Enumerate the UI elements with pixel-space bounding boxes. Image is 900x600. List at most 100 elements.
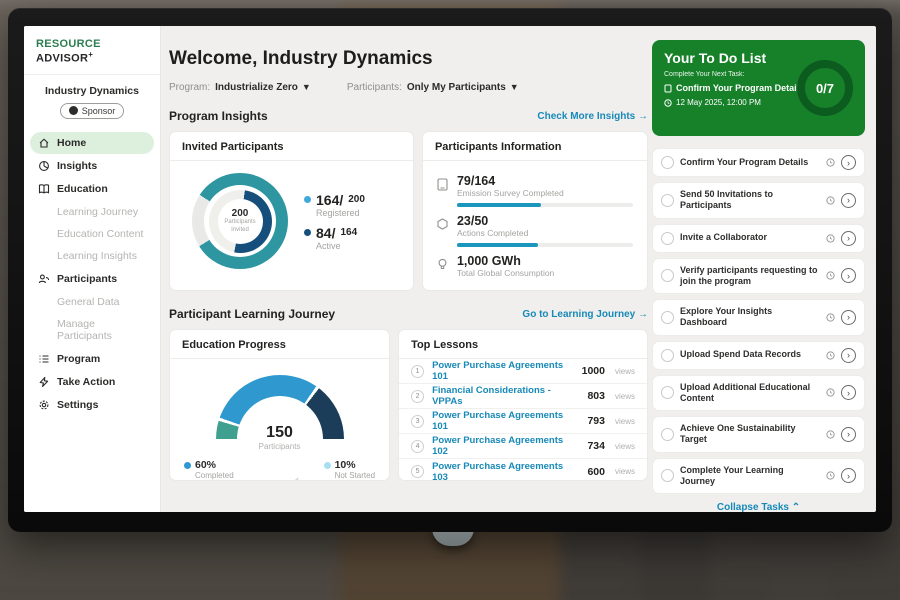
task-open-button[interactable]: › (841, 385, 856, 400)
chevron-right-icon: › (847, 429, 850, 439)
chevron-right-icon: › (847, 158, 850, 168)
clock-icon (826, 471, 835, 480)
clock-icon (826, 158, 835, 167)
todo-task-row[interactable]: Upload Spend Data Records › (652, 341, 865, 370)
task-open-button[interactable]: › (841, 268, 856, 283)
program-filter[interactable]: Program:Industrialize Zero▼ (169, 82, 311, 93)
journey-cards-row: Education Progress 150 Participants 60% … (169, 329, 648, 481)
task-checkbox[interactable] (661, 156, 674, 169)
participants-filter[interactable]: Participants:Only My Participants▼ (347, 82, 519, 93)
clock-icon (664, 99, 672, 107)
card-title: Top Lessons (399, 330, 647, 359)
dashboard-screen: RESOURCE ADVISOR+ Industry Dynamics Spon… (24, 26, 876, 512)
clock-icon (826, 234, 835, 243)
sidebar-item-insights[interactable]: Insights (30, 155, 154, 177)
arrow-right-icon: → (638, 309, 648, 320)
sidebar-nav: Home Insights Education Learning Journey… (24, 129, 160, 419)
task-open-button[interactable]: › (841, 193, 856, 208)
lesson-link[interactable]: Power Purchase Agreements 101 (432, 410, 579, 432)
task-open-button[interactable]: › (841, 310, 856, 325)
todo-task-list: Confirm Your Program Details › Send 50 I… (652, 148, 865, 494)
lesson-views: 734 (587, 440, 605, 452)
sidebar-item-learning-journey[interactable]: Learning Journey (30, 201, 154, 223)
card-title: Education Progress (170, 330, 389, 359)
sidebar-item-education-content[interactable]: Education Content (30, 223, 154, 245)
clipboard-icon (664, 84, 672, 93)
sidebar-item-participants[interactable]: Participants (30, 268, 154, 290)
lesson-row: 4 Power Purchase Agreements 102 734views (399, 434, 647, 459)
todo-task-row[interactable]: Confirm Your Program Details › (652, 148, 865, 177)
sidebar-item-label: Insights (57, 160, 97, 172)
card-title: Participants Information (423, 132, 647, 161)
todo-task-row[interactable]: Send 50 Invitations to Participants › (652, 182, 865, 219)
invited-participants-card: Invited Participants 200 Participants In… (169, 131, 414, 291)
todo-task-row[interactable]: Upload Additional Educational Content › (652, 375, 865, 412)
sidebar-item-label: Settings (57, 399, 98, 411)
task-open-button[interactable]: › (841, 427, 856, 442)
bulb-icon (437, 258, 448, 271)
task-checkbox[interactable] (661, 194, 674, 207)
check-more-insights-link[interactable]: Check More Insights → (537, 111, 648, 122)
task-checkbox[interactable] (661, 386, 674, 399)
program-filter-value: Industrialize Zero (215, 82, 298, 93)
lesson-link[interactable]: Power Purchase Agreements 102 (432, 435, 579, 457)
sidebar-item-settings[interactable]: Settings (30, 394, 154, 416)
sidebar-item-label: Program (57, 353, 100, 365)
task-checkbox[interactable] (661, 349, 674, 362)
chevron-up-icon: ⌃ (792, 502, 800, 512)
sidebar-item-learning-insights[interactable]: Learning Insights (30, 245, 154, 267)
main-content: Welcome, Industry Dynamics Program:Indus… (169, 26, 648, 512)
learning-journey-header: Participant Learning Journey Go to Learn… (169, 307, 648, 321)
task-open-button[interactable]: › (841, 468, 856, 483)
todo-task-row[interactable]: Invite a Collaborator › (652, 224, 865, 253)
arrow-right-icon: → (638, 111, 648, 122)
task-checkbox[interactable] (661, 232, 674, 245)
sidebar-item-home[interactable]: Home (30, 132, 154, 154)
book-icon (38, 183, 50, 195)
todo-task-row[interactable]: Achieve One Sustainability Target › (652, 416, 865, 453)
logo-plus: + (88, 50, 93, 59)
clock-icon (826, 196, 835, 205)
chevron-down-icon: ▼ (510, 82, 519, 92)
lesson-row: 1 Power Purchase Agreements 101 1000view… (399, 359, 647, 384)
lesson-link[interactable]: Financial Considerations - VPPAs (432, 385, 579, 407)
lesson-link[interactable]: Power Purchase Agreements 101 (432, 360, 574, 382)
sidebar-item-education[interactable]: Education (30, 178, 154, 200)
task-checkbox[interactable] (661, 469, 674, 482)
task-open-button[interactable]: › (841, 231, 856, 246)
clock-icon (826, 430, 835, 439)
lesson-row: 5 Power Purchase Agreements 103 600views (399, 459, 647, 481)
todo-counter: 0/7 (816, 81, 834, 96)
task-open-button[interactable]: › (841, 155, 856, 170)
sidebar-item-take-action[interactable]: Take Action (30, 371, 154, 393)
participants-information-card: Participants Information 79/164 Emission… (422, 131, 648, 291)
chevron-right-icon: › (847, 195, 850, 205)
todo-task-row[interactable]: Complete Your Learning Journey › (652, 458, 865, 495)
task-checkbox[interactable] (661, 311, 674, 324)
task-open-button[interactable]: › (841, 348, 856, 363)
gear-icon (38, 399, 50, 411)
donut-legend: 164/200 Registered 84/164 Active (304, 185, 365, 258)
task-checkbox[interactable] (661, 428, 674, 441)
progress-bar (457, 203, 633, 207)
progress-fill (457, 203, 541, 207)
sidebar-item-general-data[interactable]: General Data (30, 291, 154, 313)
gauge-value: 150 (216, 424, 344, 442)
donut-inner-ring: 200 Participants Invited (209, 190, 272, 253)
todo-progress-ring: 0/7 (797, 60, 853, 116)
lesson-views: 1000 (582, 365, 605, 377)
card-title: Invited Participants (170, 132, 413, 161)
org-name: Industry Dynamics (24, 85, 160, 97)
go-to-learning-journey-link[interactable]: Go to Learning Journey → (522, 309, 648, 320)
todo-task-row[interactable]: Explore Your Insights Dashboard › (652, 299, 865, 336)
lesson-link[interactable]: Power Purchase Agreements 103 (432, 461, 579, 482)
sponsor-icon (69, 106, 78, 115)
todo-hero-card: Your To Do List Complete Your Next Task:… (652, 40, 865, 136)
stat-global-consumption: 1,000 GWh Total Global Consumption (437, 254, 633, 278)
sidebar-item-manage-participants[interactable]: Manage Participants (30, 313, 154, 347)
task-checkbox[interactable] (661, 269, 674, 282)
sidebar-item-program[interactable]: Program (30, 348, 154, 370)
todo-task-row[interactable]: Verify participants requesting to join t… (652, 258, 865, 295)
sponsor-badge[interactable]: Sponsor (60, 103, 124, 119)
collapse-tasks-link[interactable]: Collapse Tasks ⌃ (652, 502, 865, 512)
